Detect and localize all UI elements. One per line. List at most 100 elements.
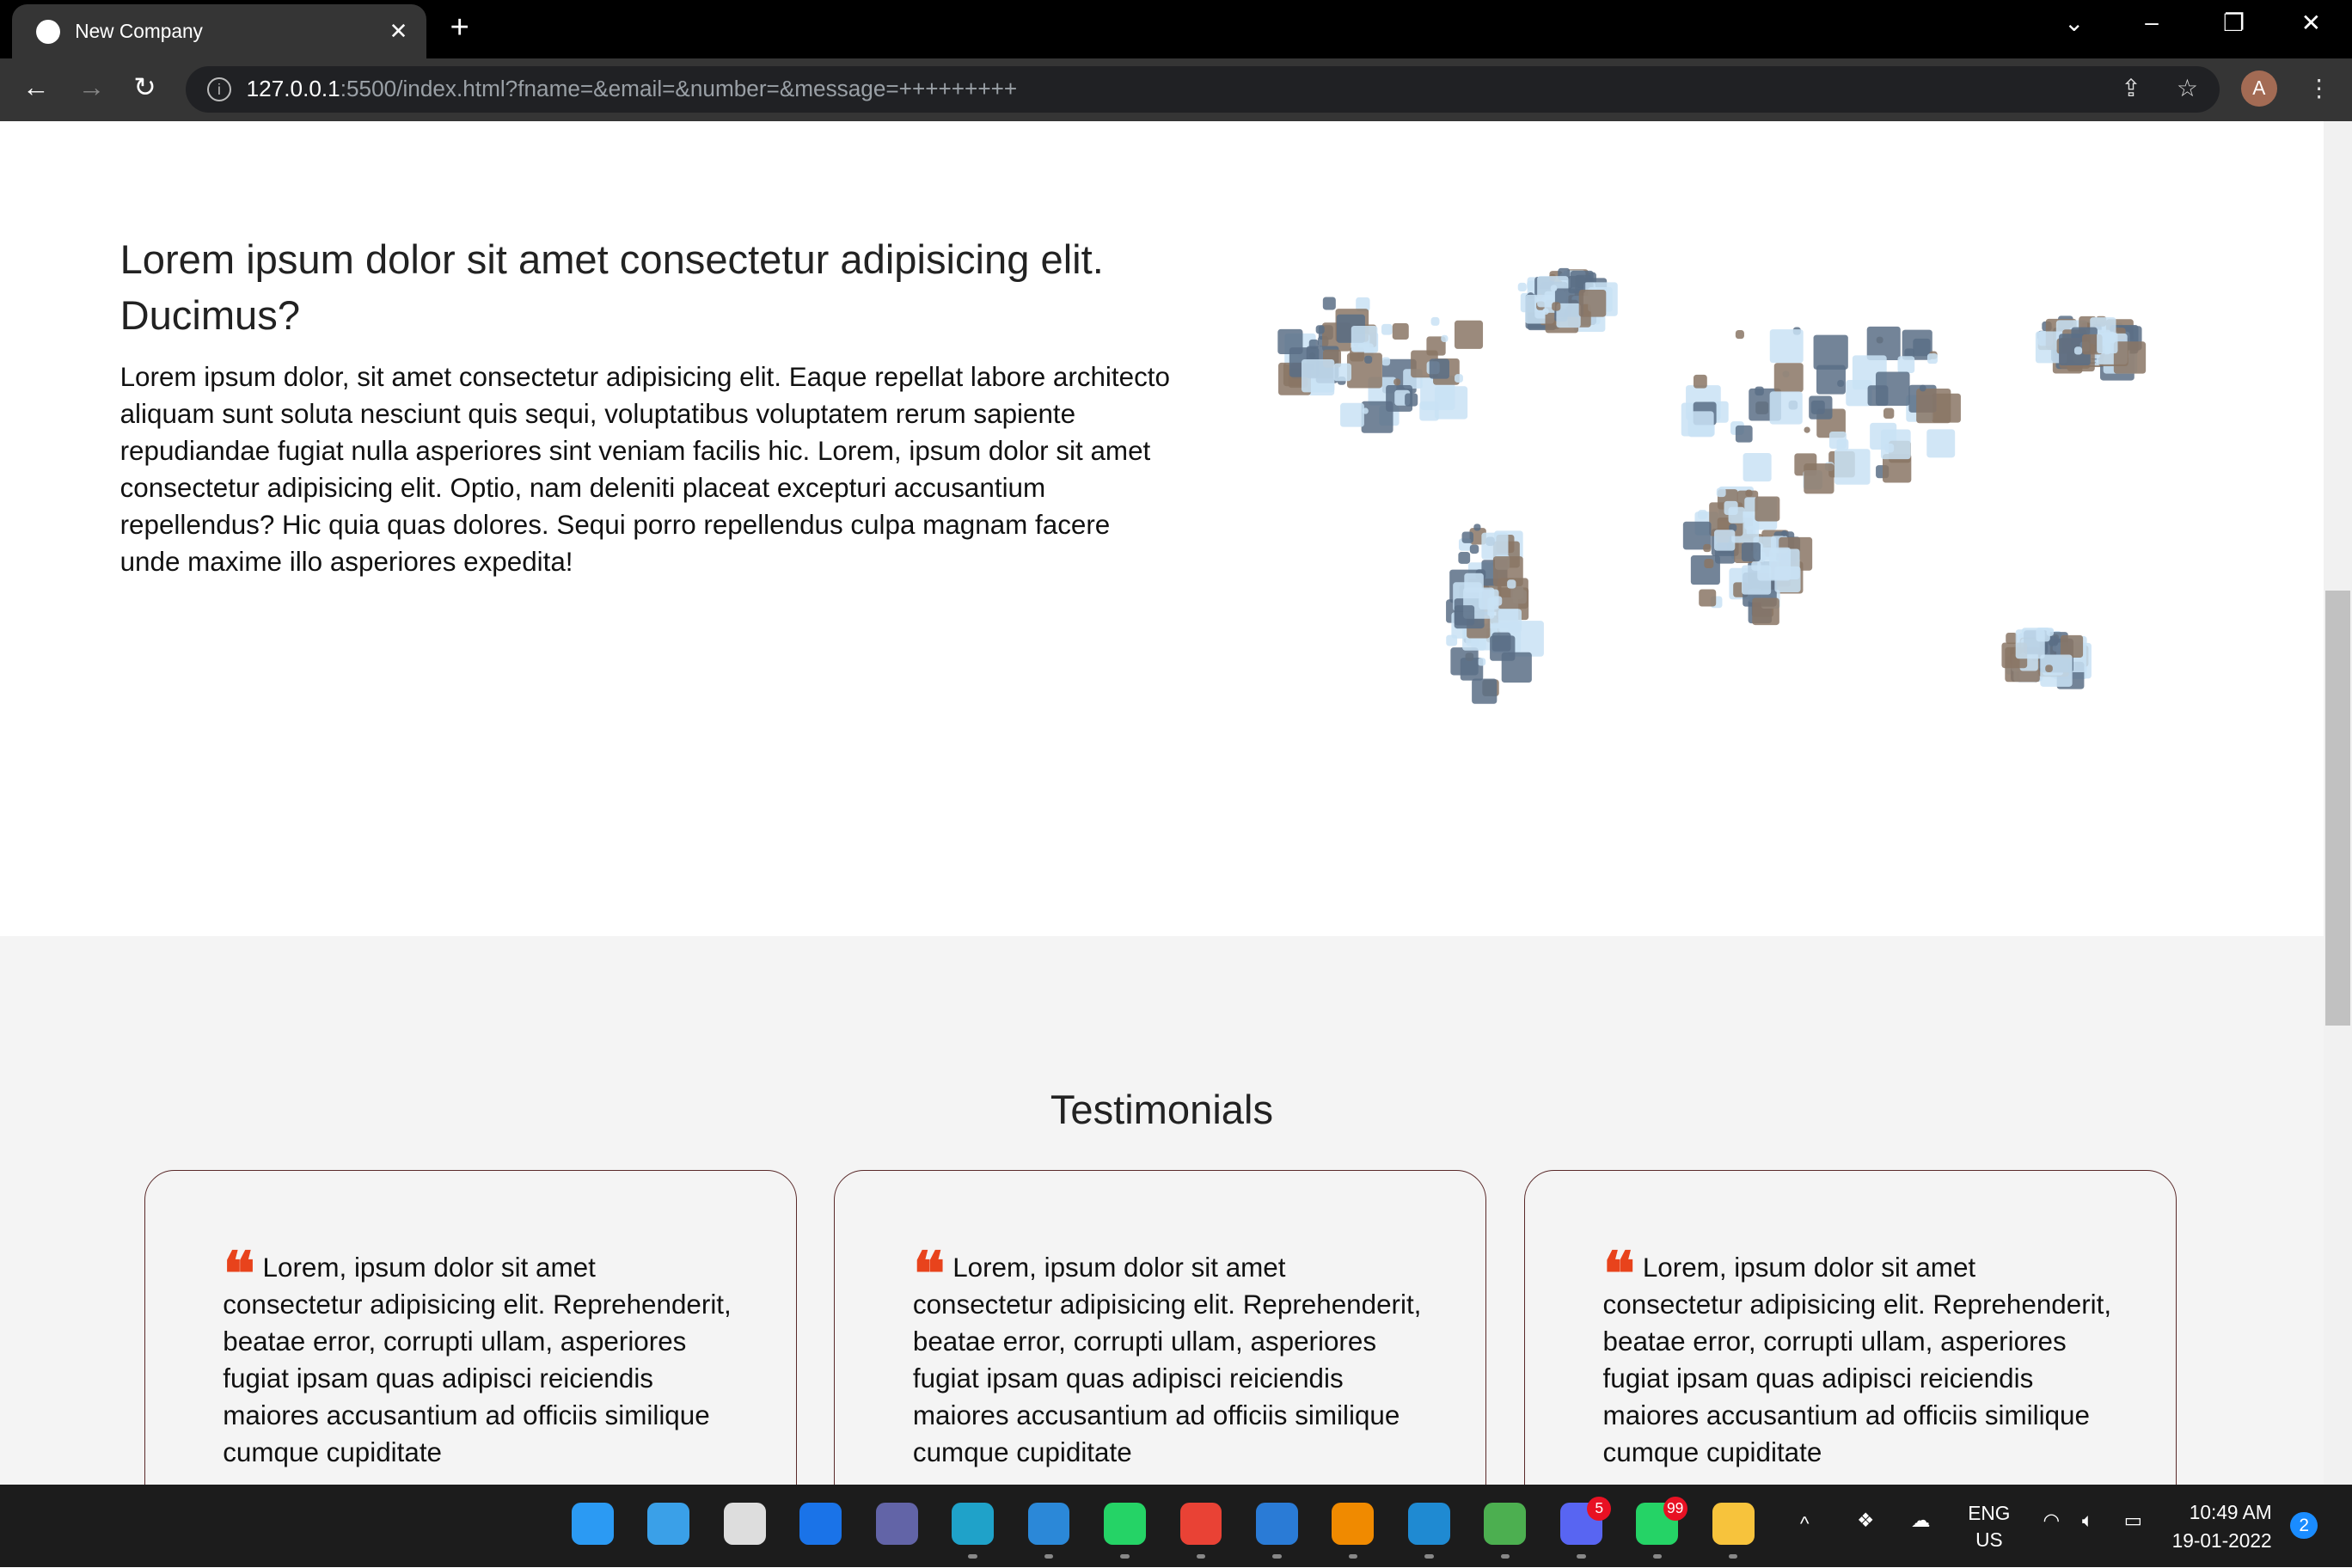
map-photo-tile xyxy=(2046,628,2055,636)
map-photo-tile xyxy=(1578,289,1607,317)
restore-button[interactable]: ❐ xyxy=(2223,9,2245,37)
map-photo-tile xyxy=(1454,605,1475,626)
map-photo-tile xyxy=(1813,334,1849,370)
browser-toolbar: ← → ↻ i 127.0.0.1:5500/index.html?fname=… xyxy=(0,58,2352,122)
map-photo-tile xyxy=(1435,386,1468,420)
file-explorer-app-icon[interactable] xyxy=(1712,1503,1755,1546)
map-photo-tile xyxy=(1881,429,1911,460)
map-photo-tile xyxy=(1473,524,1481,531)
scrollbar-thumb[interactable] xyxy=(2324,591,2351,1026)
map-photo-tile xyxy=(1550,285,1558,291)
map-photo-tile xyxy=(1323,297,1337,310)
map-photo-tile xyxy=(1302,358,1335,393)
map-photo-tile xyxy=(1773,363,1804,393)
map-photo-tile xyxy=(1769,391,1803,425)
map-photo-tile xyxy=(1716,487,1726,498)
map-photo-tile xyxy=(1834,449,1871,485)
menu-icon[interactable]: ⋮ xyxy=(2307,74,2331,102)
wifi-icon[interactable]: ◠ xyxy=(2043,1509,2061,1532)
photos-app-icon[interactable] xyxy=(1256,1503,1298,1546)
new-tab-button[interactable]: + xyxy=(450,9,469,46)
language-indicator[interactable]: ENG US xyxy=(1968,1500,2010,1554)
map-photo-tile xyxy=(1742,542,1761,562)
address-bar[interactable]: i 127.0.0.1:5500/index.html?fname=&email… xyxy=(186,65,2220,113)
map-photo-tile xyxy=(1698,510,1708,519)
region-label: US xyxy=(1975,1528,2003,1552)
map-photo-tile xyxy=(1736,425,1753,443)
globe-icon xyxy=(35,19,60,44)
volume-icon[interactable]: 🔈︎ xyxy=(2082,1509,2094,1532)
map-photo-tile xyxy=(1340,402,1365,427)
testimonial-text: Lorem, ipsum dolor sit amet consectetur … xyxy=(223,1252,732,1468)
testimonial-card: ❝ Lorem, ipsum dolor sit amet consectetu… xyxy=(834,1170,1487,1485)
clock[interactable]: 10:49 AM 19-01-2022 xyxy=(2172,1498,2272,1555)
map-photo-tile xyxy=(1724,500,1738,515)
map-photo-tile xyxy=(1441,334,1449,342)
show-hidden-icons[interactable]: ^ xyxy=(1800,1512,1810,1535)
dropbox-icon[interactable]: ❖ xyxy=(1857,1509,1874,1532)
map-photo-tile xyxy=(1429,358,1450,379)
map-photo-tile xyxy=(1364,355,1373,364)
map-photo-tile xyxy=(1927,353,1939,364)
running-indicator xyxy=(1500,1553,1510,1559)
map-photo-tile xyxy=(1498,609,1522,633)
chrome-app-icon[interactable] xyxy=(1179,1503,1222,1546)
map-photo-tile xyxy=(1455,320,1484,349)
map-photo-tile xyxy=(1277,328,1303,354)
taskbar: ^ ❖ ☁ ENG US ◠ 🔈︎ ▭ 10:49 AM 19-01-2022 2 … xyxy=(0,1485,2352,1568)
running-indicator xyxy=(1652,1553,1662,1559)
running-indicator xyxy=(1577,1553,1586,1559)
map-photo-tile xyxy=(1450,647,1479,676)
back-icon[interactable]: ← xyxy=(22,72,49,103)
start-app-icon[interactable] xyxy=(571,1503,614,1546)
running-indicator xyxy=(1424,1553,1434,1559)
close-window-button[interactable]: ✕ xyxy=(2301,9,2321,37)
bookmark-star-icon[interactable]: ☆ xyxy=(2177,74,2198,102)
about-heading: Lorem ipsum dolor sit amet consectetur a… xyxy=(119,236,1104,338)
profile-avatar[interactable]: A xyxy=(2240,70,2277,107)
map-photo-tile xyxy=(1381,323,1393,335)
widgets-app-icon[interactable] xyxy=(799,1503,842,1546)
search-app-icon[interactable] xyxy=(647,1503,690,1546)
running-indicator xyxy=(1044,1553,1054,1559)
minimize-button[interactable]: – xyxy=(2145,9,2159,36)
edge-app-icon[interactable] xyxy=(952,1503,994,1546)
task-view-app-icon[interactable] xyxy=(723,1503,766,1546)
vlc-app-icon[interactable] xyxy=(1332,1503,1375,1546)
share-icon[interactable]: ⇪ xyxy=(2121,74,2141,102)
tab-search-icon[interactable]: ⌄ xyxy=(2064,9,2084,37)
map-photo-tile xyxy=(1552,302,1561,311)
browser-tab[interactable]: New Company ✕ xyxy=(11,4,426,59)
map-photo-tile xyxy=(1866,326,1901,360)
running-indicator xyxy=(1196,1553,1206,1559)
forward-icon[interactable]: → xyxy=(78,72,105,103)
running-indicator xyxy=(1272,1553,1282,1559)
map-photo-tile xyxy=(1469,544,1479,554)
notification-badge[interactable]: 2 xyxy=(2290,1511,2318,1540)
map-photo-tile xyxy=(1392,322,1409,340)
map-photo-tile xyxy=(1490,635,1516,661)
map-photo-tile xyxy=(1461,531,1474,543)
chrome-profile-app-icon[interactable] xyxy=(1484,1503,1527,1546)
reload-icon[interactable]: ↻ xyxy=(133,72,156,103)
running-indicator xyxy=(1120,1553,1130,1559)
map-photo-tile xyxy=(1381,357,1391,366)
map-photo-tile xyxy=(1694,374,1707,389)
mail-app-icon[interactable] xyxy=(1027,1503,1070,1546)
map-photo-tile xyxy=(1699,589,1717,607)
url-host: 127.0.0.1 xyxy=(246,76,340,102)
battery-icon[interactable]: ▭ xyxy=(2124,1509,2142,1532)
time: 10:49 AM xyxy=(2189,1501,2272,1524)
teams-chat-app-icon[interactable] xyxy=(875,1503,918,1546)
map-photo-tile xyxy=(1804,463,1834,494)
map-photo-tile xyxy=(1393,378,1401,386)
vscode-app-icon[interactable] xyxy=(1407,1503,1450,1546)
onedrive-icon[interactable]: ☁ xyxy=(1911,1509,1931,1532)
info-icon[interactable]: i xyxy=(206,77,232,102)
map-photo-tile xyxy=(1481,532,1509,560)
map-photo-tile xyxy=(1809,395,1833,420)
scrollbar[interactable] xyxy=(2323,121,2352,1485)
close-tab-icon[interactable]: ✕ xyxy=(389,18,408,45)
map-photo-tile xyxy=(1472,678,1498,704)
whatsapp-app-icon[interactable] xyxy=(1104,1503,1146,1546)
